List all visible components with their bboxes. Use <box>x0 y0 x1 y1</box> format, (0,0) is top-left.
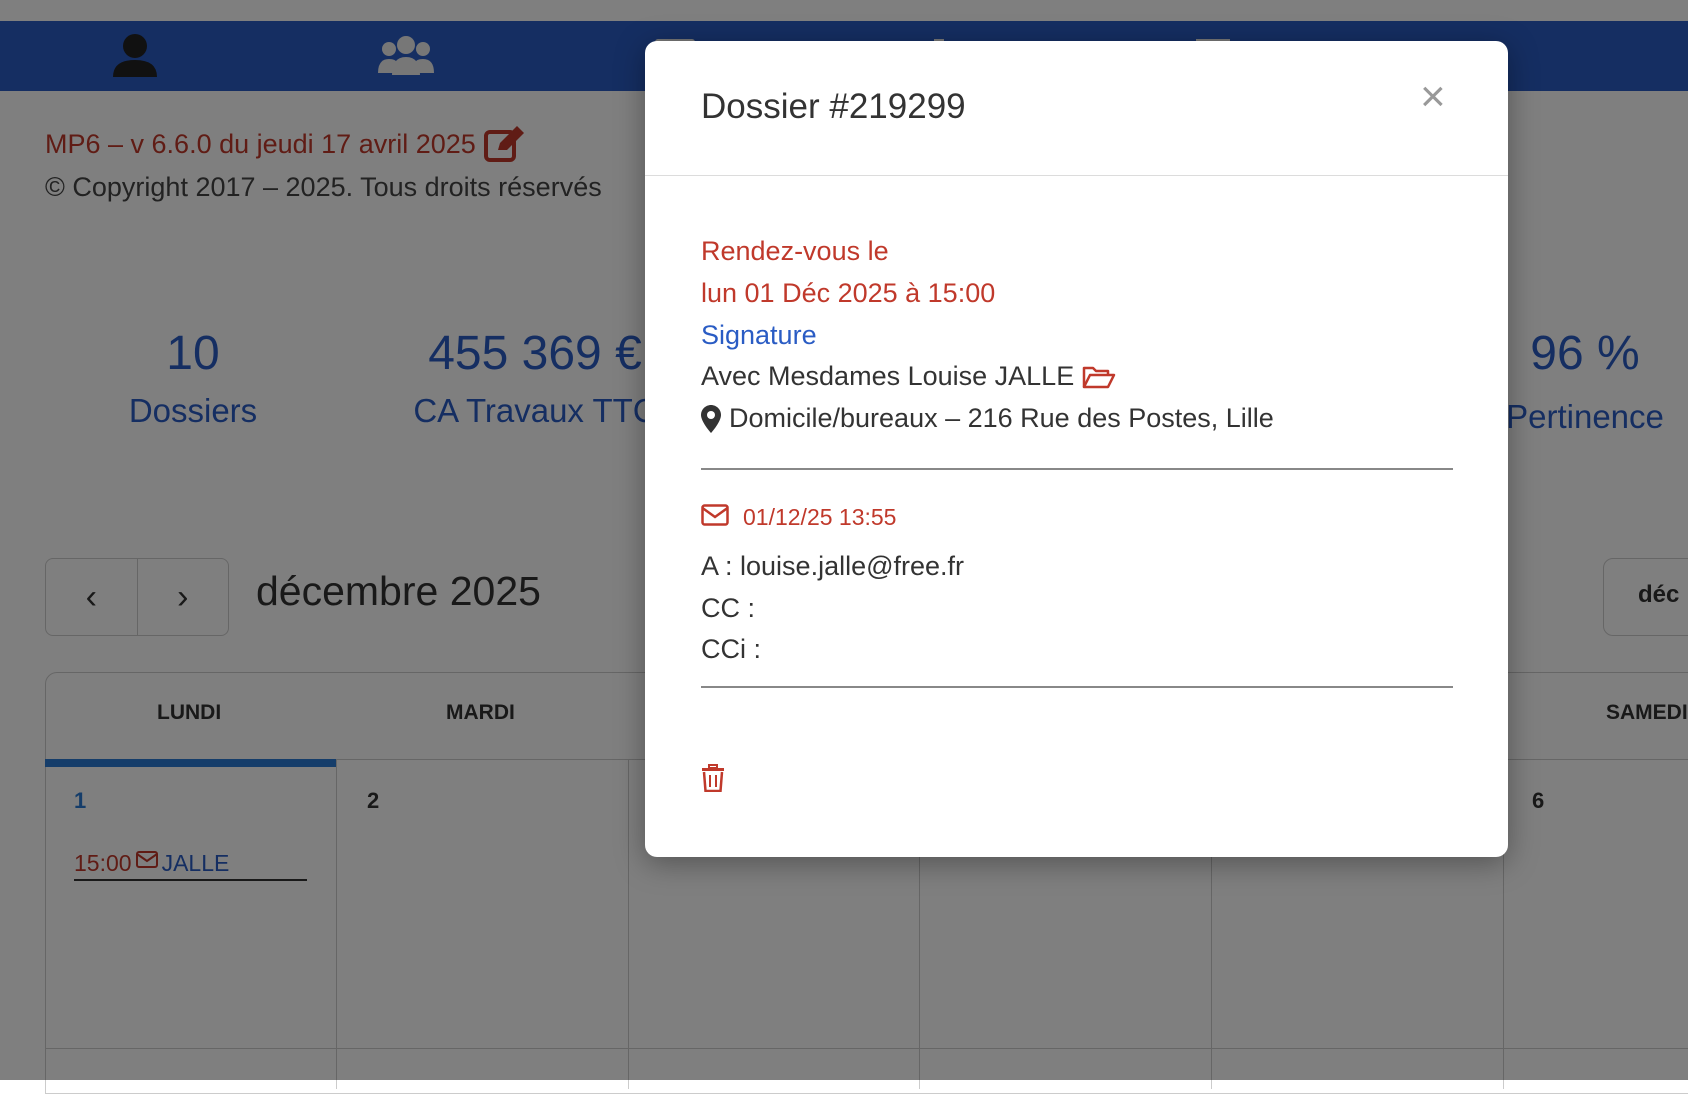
mail-cci: CCi : <box>701 634 761 664</box>
rdv-location-text: Domicile/bureaux – 216 Rue des Postes, L… <box>729 403 1274 433</box>
modal-title: Dossier #219299 <box>701 87 966 126</box>
section-divider <box>701 468 1453 470</box>
rdv-with: Avec Mesdames Louise JALLE <box>701 361 1116 392</box>
rdv-location: Domicile/bureaux – 216 Rue des Postes, L… <box>701 403 1274 434</box>
rdv-with-text: Avec Mesdames Louise JALLE <box>701 361 1075 391</box>
folder-open-icon[interactable] <box>1082 365 1116 389</box>
mail-date: 01/12/25 13:55 <box>743 504 897 530</box>
section-divider <box>701 686 1453 688</box>
rdv-datetime: lun 01 Déc 2025 à 15:00 <box>701 278 996 308</box>
modal-header-divider <box>645 175 1508 176</box>
dossier-modal: Dossier #219299 × Rendez-vous le lun 01 … <box>645 41 1508 857</box>
mail-cc: CC : <box>701 593 755 623</box>
mail-to: A : louise.jalle@free.fr <box>701 551 965 581</box>
map-marker-icon <box>701 404 721 433</box>
envelope-icon <box>701 503 729 526</box>
rdv-type: Signature <box>701 320 817 350</box>
mail-header: 01/12/25 13:55 <box>701 503 897 531</box>
trash-icon[interactable] <box>701 764 725 797</box>
rdv-label: Rendez-vous le <box>701 236 889 266</box>
close-button[interactable]: × <box>1420 75 1446 119</box>
